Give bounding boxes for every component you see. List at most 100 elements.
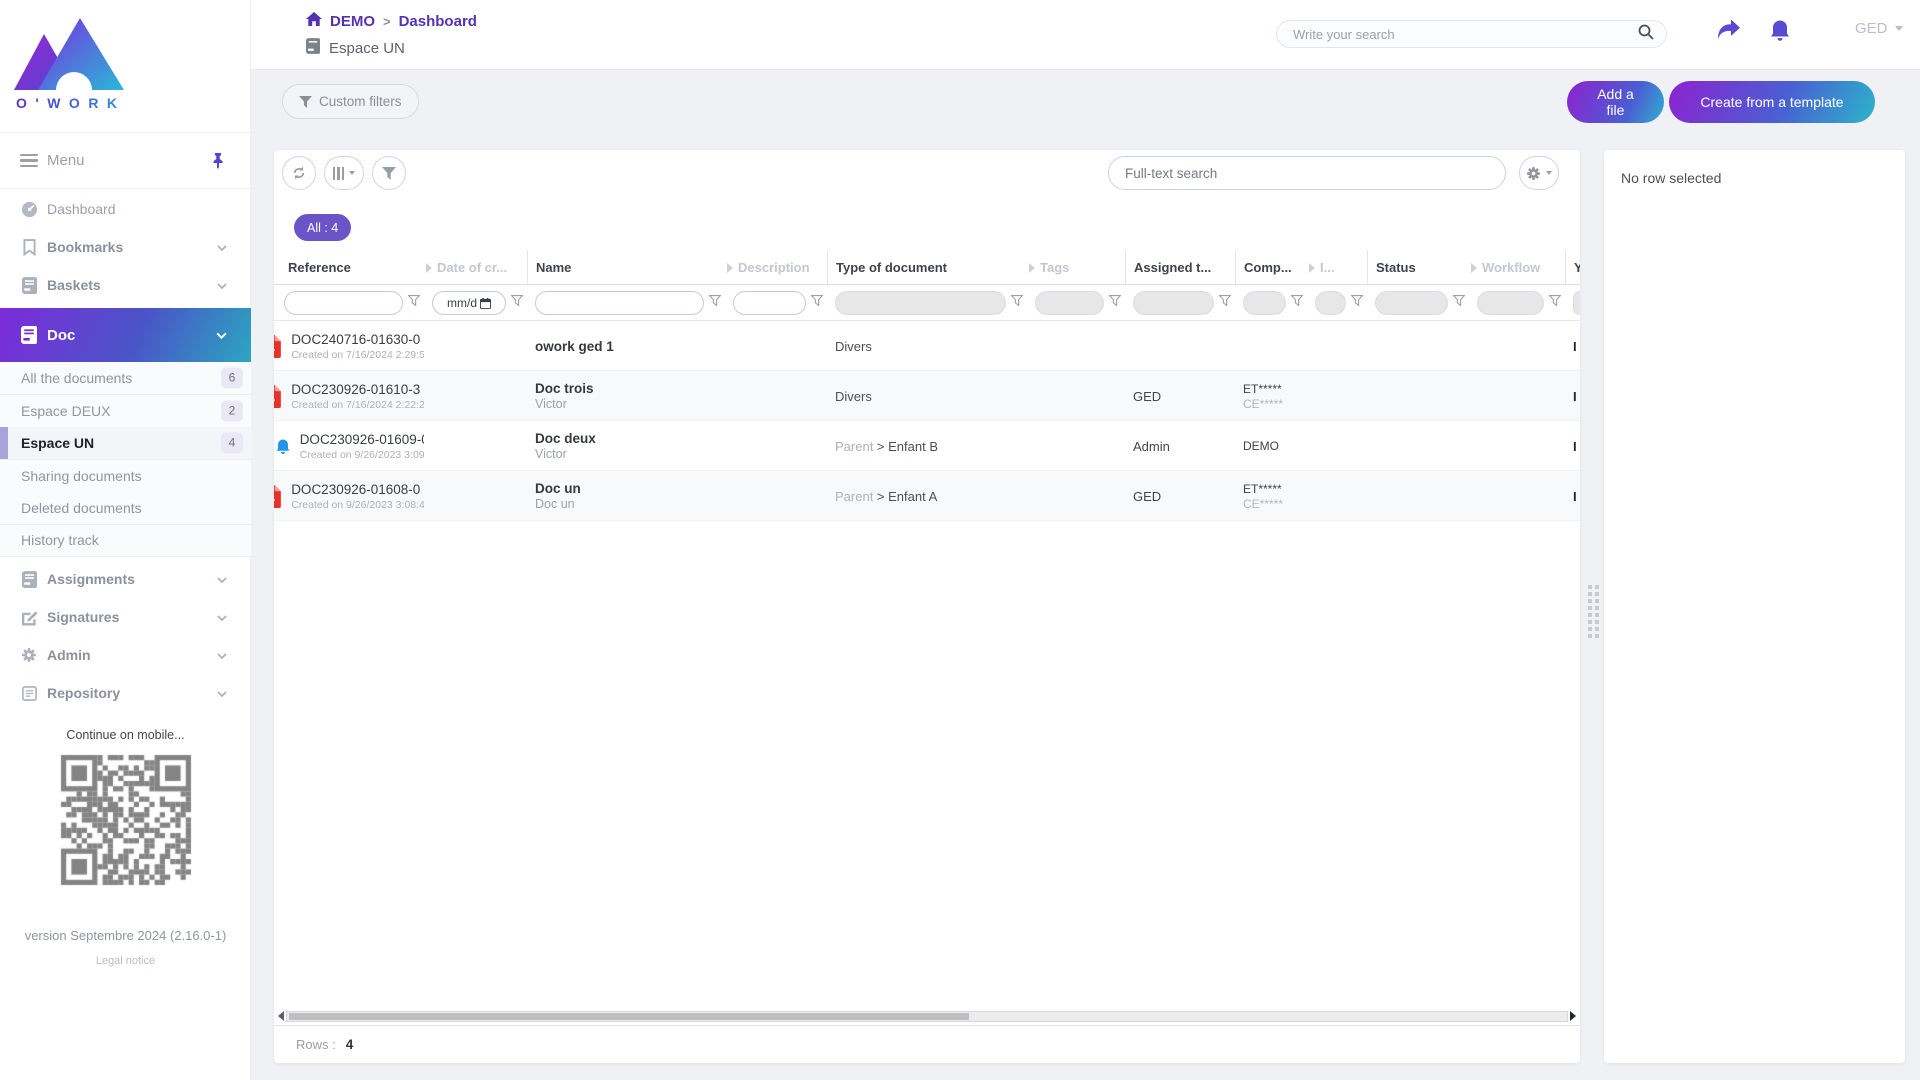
fulltext-search-input[interactable] [1125,165,1505,181]
menu-row: Menu [0,132,251,189]
column-header-date[interactable]: Date of cr... [424,250,527,284]
sidebar-item-baskets[interactable]: Baskets [0,266,251,304]
search-icon[interactable] [1638,24,1654,45]
book-icon [20,326,38,344]
scroll-left-icon[interactable] [278,1011,284,1021]
table-settings-button[interactable] [1519,156,1559,190]
user-menu[interactable]: GED [1855,20,1903,37]
column-header-workflow[interactable]: Workflow [1469,250,1565,284]
column-header-reference[interactable]: Reference [274,250,424,284]
scrollbar-thumb[interactable] [289,1012,969,1020]
screen: O'WORK Menu Dashboard Bookmarks Baskets … [0,0,1920,1080]
refresh-button[interactable] [282,156,316,190]
hamburger-icon[interactable] [20,151,38,171]
column-header-status[interactable]: Status [1367,250,1469,284]
column-header-type[interactable]: Type of document [827,250,1027,284]
sidebar-item-espace-deux[interactable]: Espace DEUX 2 [0,395,251,428]
filter-description-input[interactable] [733,291,806,315]
sidebar-item-signatures[interactable]: Signatures [0,598,251,636]
doc-type: Divers [835,388,872,404]
filter-reference-input[interactable] [284,291,403,315]
column-header-y[interactable]: Y... [1565,250,1580,284]
table-row[interactable]: w DOC230926-01609-0Created on 9/26/2023 … [274,421,1580,471]
sidebar-item-admin[interactable]: Admin [0,636,251,674]
sidebar-item-label: Repository [47,685,121,701]
sidebar-item-bookmarks[interactable]: Bookmarks [0,228,251,266]
filter-date-input[interactable]: mm/d [432,291,506,315]
funnel-icon[interactable] [810,294,824,312]
column-header-i[interactable]: I... [1307,250,1367,284]
column-header-name[interactable]: Name [527,250,725,284]
app-logo[interactable]: O'WORK [14,12,144,122]
sidebar-item-repository[interactable]: Repository [0,674,251,712]
sub-item-label: Espace UN [21,434,95,451]
funnel-icon[interactable] [510,294,524,312]
scrollbar-track[interactable] [286,1010,1568,1022]
user-menu-label: GED [1855,20,1888,37]
column-header-comp[interactable]: Comp... [1235,250,1307,284]
sidebar-item-deleted-documents[interactable]: Deleted documents [0,492,251,525]
doc-created: Created on 7/16/2024 2:29:57 AM [291,348,424,361]
pdf-icon [274,334,282,358]
pin-icon[interactable] [212,153,224,174]
column-header-description[interactable]: Description [725,250,827,284]
global-search-input[interactable] [1293,26,1638,42]
table-row[interactable]: w DOC230926-01610-3Created on 7/16/2024 … [274,371,1580,421]
table-footer: Rows : 4 [274,1025,1580,1063]
scroll-right-icon[interactable] [1570,1011,1576,1021]
doc-comp-main: ET***** [1243,381,1282,396]
sidebar-item-all-documents[interactable]: All the documents 6 [0,362,251,395]
horizontal-scrollbar[interactable] [278,1010,1576,1022]
funnel-icon[interactable] [1452,294,1466,312]
bell-icon[interactable] [1770,19,1790,47]
custom-filters-button[interactable]: Custom filters [282,84,419,119]
filter-status-disabled [1375,291,1448,315]
create-from-template-button[interactable]: Create from a template [1669,81,1875,123]
sidebar-item-espace-un[interactable]: Espace UN 4 [0,427,251,460]
space-title: Espace UN [329,40,405,57]
bookmark-icon [20,238,38,256]
share-icon[interactable] [1717,19,1741,45]
filter-name-input[interactable] [535,291,704,315]
sidebar-item-assignments[interactable]: Assignments [0,560,251,598]
funnel-icon[interactable] [1350,294,1364,312]
sidebar-item-label: Signatures [47,609,120,625]
funnel-icon[interactable] [1548,294,1562,312]
funnel-icon[interactable] [1290,294,1304,312]
sidebar-item-history-track[interactable]: History track [0,525,251,557]
doc-created: Created on 9/26/2023 3:08:43 AM [291,498,424,511]
chevron-down-icon [349,171,356,175]
table-row[interactable]: w DOC240716-01630-0Created on 7/16/2024 … [274,321,1580,371]
legal-notice-link[interactable]: Legal notice [0,955,251,967]
filter-assigned-disabled [1133,291,1214,315]
column-header-tags[interactable]: Tags [1027,250,1125,284]
table-row[interactable]: w DOC230926-01608-0Created on 9/26/2023 … [274,471,1580,521]
breadcrumb-current[interactable]: Dashboard [399,13,477,30]
doc-comp-main: ET***** [1243,481,1282,496]
funnel-icon[interactable] [708,294,722,312]
tab-all-documents[interactable]: All : 4 [294,214,352,241]
chevron-down-icon [217,646,227,664]
breadcrumb-root[interactable]: DEMO [330,13,375,30]
rows-label: Rows : [296,1037,336,1052]
funnel-icon[interactable] [1218,294,1232,312]
sidebar-item-dashboard[interactable]: Dashboard [0,190,251,228]
custom-filters-label: Custom filters [319,94,402,109]
breadcrumb-separator: > [383,14,391,29]
funnel-icon[interactable] [407,294,421,312]
add-file-button[interactable]: Add a file [1567,81,1664,123]
sub-item-label: History track [21,532,99,549]
sidebar-item-sharing-documents[interactable]: Sharing documents [0,460,251,493]
filter-button[interactable] [372,156,406,190]
chevron-down-icon [1894,26,1903,31]
doc-subname: Victor [535,447,567,461]
sidebar-item-doc[interactable]: Doc [0,308,251,362]
column-header-assigned[interactable]: Assigned t... [1125,250,1235,284]
funnel-icon[interactable] [1010,294,1024,312]
book-icon [20,570,38,588]
columns-button[interactable] [324,156,364,190]
funnel-icon[interactable] [1108,294,1122,312]
panel-resize-handle[interactable] [1588,585,1599,638]
fulltext-search [1108,156,1506,190]
home-icon[interactable] [306,12,322,31]
